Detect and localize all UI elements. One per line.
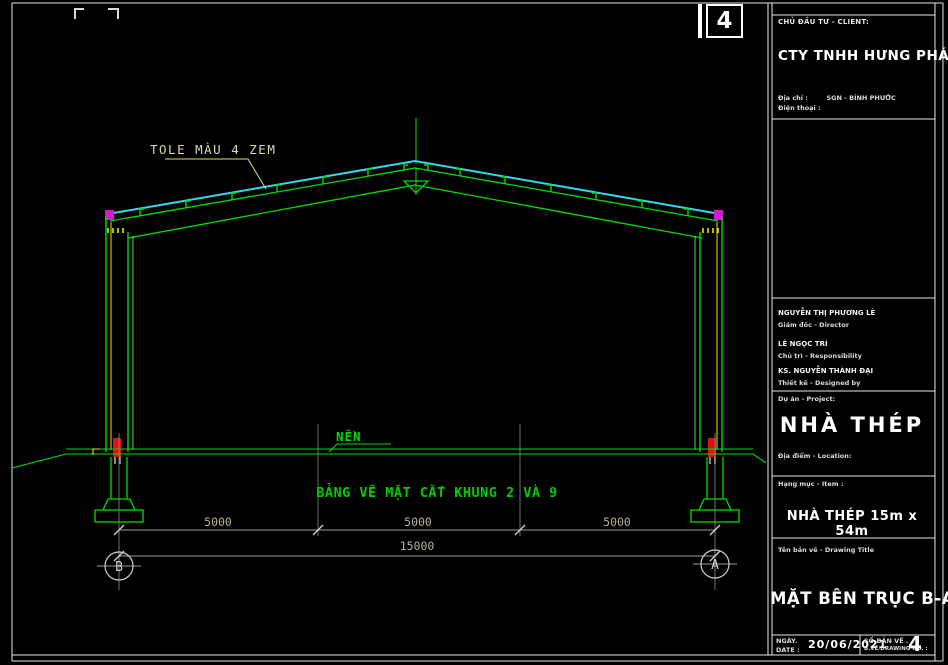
personnel-role: Thiết kế - Designed by (778, 379, 860, 387)
drawing-title-label: Tên bản vẽ - Drawing Title (778, 546, 874, 554)
dim-segment-3: 5000 (603, 515, 631, 529)
cad-sheet: { "drawing_number": "4", "colors": { "fr… (0, 0, 948, 665)
address-label: Địa chỉ : (778, 94, 808, 102)
ground-label: NỀN (336, 429, 362, 444)
location-label: Địa điểm - Location: (778, 452, 851, 460)
personnel-role: Chủ trì - Responsibility (778, 352, 862, 360)
grid-bubble-label: A (711, 558, 719, 573)
base-plates (113, 438, 716, 464)
item-label: Hạng mục - Item : (778, 480, 843, 488)
client-phone: Điện thoại : (778, 104, 821, 112)
section-caption: BẢNG VẼ MẶT CẮT KHUNG 2 VÀ 9 (316, 483, 558, 501)
corner-bar (698, 4, 702, 38)
sheet-number-box: 4 (706, 4, 743, 38)
client-label: CHỦ ĐẦU TƯ - CLIENT: (778, 18, 869, 26)
dim-segment-2: 5000 (404, 515, 432, 529)
personnel-name: LÊ NGỌC TRÍ (778, 340, 828, 348)
roof-material-label: TOLE MÀU 4 ZEM (150, 142, 276, 157)
sheet-number-label: SỐ BẢN VẼ . (864, 637, 908, 645)
roof-material-callout: TOLE MÀU 4 ZEM (150, 142, 276, 189)
drawing-title-value: MẶT BÊN TRỤC B-A (770, 589, 934, 608)
project-label: Dự án - Project: (778, 395, 835, 403)
ground-lines (12, 449, 766, 468)
gutter-marks (105, 210, 723, 220)
personnel-name: KS. NGUYỄN THÀNH ĐẠI (778, 367, 873, 375)
client-company: CTY TNHH HƯNG PHÁT (778, 48, 948, 64)
left-column (106, 216, 133, 452)
dimension-text: 5000 5000 5000 15000 (204, 515, 631, 553)
item-value: NHÀ THÉP 15m x 54m (770, 509, 934, 539)
dim-total: 15000 (400, 539, 435, 553)
project-name: NHÀ THÉP (770, 413, 934, 437)
grid-bubble-label: B (115, 560, 123, 575)
girt-clips (108, 228, 718, 233)
address-value: SGN - BÌNH PHƯỚC (826, 94, 895, 102)
personnel-name: NGUYỄN THỊ PHƯƠNG LÊ (778, 309, 875, 317)
sheet-number-value: 4 (908, 632, 922, 656)
date-label: NGÀY. (776, 637, 797, 645)
date-label-en: DATE : (776, 646, 800, 654)
right-column (695, 216, 722, 452)
rafter-lines (110, 168, 718, 238)
corner-tick (75, 9, 118, 19)
client-address: Địa chỉ : SGN - BÌNH PHƯỚC (778, 94, 896, 102)
dim-segment-1: 5000 (204, 515, 232, 529)
personnel-role: Giám đốc - Director (778, 321, 849, 329)
